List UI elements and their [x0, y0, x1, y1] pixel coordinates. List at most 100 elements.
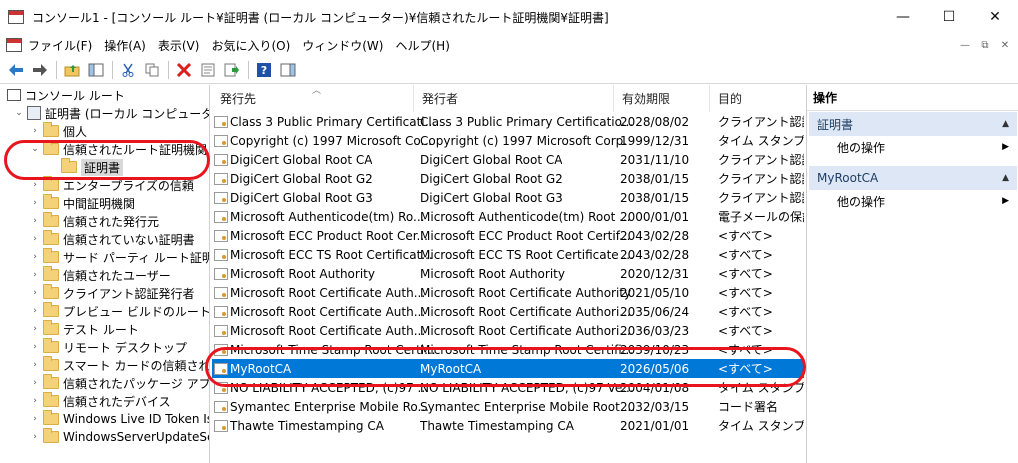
copy-icon[interactable]: [142, 60, 162, 80]
expand-chevron-down-icon[interactable]: ⌄: [30, 144, 40, 154]
tree-item[interactable]: › スマート カードの信頼されたルート: [30, 356, 209, 374]
mmc-app-icon[interactable]: [8, 10, 24, 24]
action-pane-icon[interactable]: [278, 60, 298, 80]
tree-item[interactable]: › リモート デスクトップ: [30, 338, 187, 356]
column-expiration[interactable]: 有効期限: [614, 85, 710, 112]
collapse-up-icon[interactable]: ▲: [1002, 119, 1009, 129]
properties-icon[interactable]: [198, 60, 218, 80]
tree-item[interactable]: › エンタープライズの信頼: [30, 176, 194, 194]
certificate-row[interactable]: Microsoft Time Stamp Root Certi... Micros…: [212, 340, 804, 359]
expand-chevron-right-icon[interactable]: ›: [30, 306, 40, 316]
tree-item[interactable]: › 個人: [30, 122, 87, 140]
certificate-row[interactable]: DigiCert Global Root CA DigiCert Global R…: [212, 150, 804, 169]
column-issued-to[interactable]: 発行先 ︿: [212, 85, 414, 112]
expand-chevron-right-icon[interactable]: ›: [30, 432, 40, 442]
actions-section-myrootca[interactable]: MyRootCA ▲: [809, 166, 1017, 190]
cell-text: Microsoft Time Stamp Root Certi...: [230, 342, 436, 357]
tree-item[interactable]: ⌄ 証明書 (ローカル コンピューター): [14, 104, 209, 122]
expand-chevron-right-icon[interactable]: ›: [30, 288, 40, 298]
expand-chevron-right-icon[interactable]: ›: [30, 270, 40, 280]
certificate-row[interactable]: MyRootCA MyRootCA 2026/05/06 <すべて>: [212, 359, 804, 378]
certificate-row[interactable]: DigiCert Global Root G3 DigiCert Global R…: [212, 188, 804, 207]
tree-item[interactable]: › プレビュー ビルドのルート: [30, 302, 209, 320]
tree-item[interactable]: › 信頼されたパッケージ アプリのインストール: [30, 374, 209, 392]
minimize-button[interactable]: —: [880, 0, 926, 34]
column-issued-by[interactable]: 発行者: [414, 85, 614, 112]
tree-item[interactable]: 証明書: [48, 158, 124, 176]
expand-chevron-right-icon[interactable]: ›: [30, 180, 40, 190]
menu-favorites[interactable]: お気に入り(O): [211, 37, 298, 54]
cell-issued-to: DigiCert Global Root G2: [214, 169, 373, 188]
cell-text: 1999/12/31: [620, 133, 690, 148]
console-menu-icon[interactable]: [6, 38, 22, 52]
certificate-row[interactable]: DigiCert Global Root G2 DigiCert Global R…: [212, 169, 804, 188]
expand-chevron-right-icon[interactable]: ›: [30, 234, 40, 244]
mdi-minimize-button[interactable]: —: [958, 38, 972, 52]
up-folder-icon[interactable]: [62, 60, 82, 80]
tree-item[interactable]: › 信頼された発行元: [30, 212, 159, 230]
maximize-button[interactable]: ☐: [926, 0, 972, 34]
certificate-row[interactable]: Thawte Timestamping CA Thawte Timestampin…: [212, 416, 804, 435]
tree-item-label: 信頼されたルート証明機関: [63, 142, 208, 157]
tree-item[interactable]: › テスト ルート: [30, 320, 139, 338]
certificate-row[interactable]: NO LIABILITY ACCEPTED, (c)97 ... NO LIABI…: [212, 378, 804, 397]
show-hide-tree-icon[interactable]: [86, 60, 106, 80]
close-button[interactable]: ✕: [972, 0, 1018, 34]
certificate-row[interactable]: Microsoft ECC Product Root Cer... Microso…: [212, 226, 804, 245]
cell-text: クライアント認証,: [718, 172, 804, 186]
expand-chevron-down-icon[interactable]: ⌄: [14, 108, 24, 118]
tree-item[interactable]: ⌄ 信頼されたルート証明機関: [30, 140, 207, 158]
delete-icon[interactable]: [174, 60, 194, 80]
cell-issued-by: Microsoft ECC TS Root Certificate ...: [420, 245, 634, 264]
certificate-row[interactable]: Microsoft Authenticode(tm) Ro... Microsof…: [212, 207, 804, 226]
tree-item[interactable]: › 信頼されたデバイス: [30, 392, 171, 410]
expand-chevron-right-icon[interactable]: ›: [30, 414, 40, 424]
cell-expiration: 2043/02/28: [620, 226, 689, 245]
expand-chevron-right-icon[interactable]: ›: [30, 252, 40, 262]
actions-section-certificates[interactable]: 証明書 ▲: [809, 112, 1017, 136]
tree-item[interactable]: コンソール ルート: [4, 86, 125, 104]
collapse-up-icon[interactable]: ▲: [1002, 173, 1009, 183]
certificate-row[interactable]: Microsoft Root Authority Microsoft Root A…: [212, 264, 804, 283]
certificate-row[interactable]: Copyright (c) 1997 Microsoft Co... Copyri…: [212, 131, 804, 150]
more-actions-item[interactable]: 他の操作 ▶: [837, 136, 1017, 158]
tree-item[interactable]: › 信頼されていない証明書: [30, 230, 195, 248]
menu-window[interactable]: ウィンドウ(W): [302, 37, 391, 54]
tree-item[interactable]: › クライアント認証発行者: [30, 284, 195, 302]
expand-chevron-right-icon[interactable]: ›: [30, 126, 40, 136]
certificate-row[interactable]: Microsoft Root Certificate Auth... Micros…: [212, 321, 804, 340]
menu-view[interactable]: 表示(V): [158, 37, 208, 54]
menu-file[interactable]: ファイル(F): [28, 37, 100, 54]
column-purpose[interactable]: 目的: [710, 85, 804, 112]
more-actions-item[interactable]: 他の操作 ▶: [837, 190, 1017, 212]
tree-item[interactable]: › サード パーティ ルート証明機関: [30, 248, 209, 266]
certificate-row[interactable]: Microsoft ECC TS Root Certificat... Micro…: [212, 245, 804, 264]
mdi-close-button[interactable]: ✕: [998, 38, 1012, 52]
menu-help[interactable]: ヘルプ(H): [395, 37, 457, 54]
expand-chevron-right-icon[interactable]: ›: [30, 216, 40, 226]
certificate-row[interactable]: Symantec Enterprise Mobile Ro... Symantec…: [212, 397, 804, 416]
tree-item[interactable]: › WindowsServerUpdateServices: [30, 428, 209, 446]
expand-chevron-right-icon[interactable]: ›: [30, 396, 40, 406]
mdi-restore-button[interactable]: ⧉: [978, 38, 992, 52]
expand-chevron-right-icon[interactable]: ›: [30, 198, 40, 208]
tree-item[interactable]: › Windows Live ID Token Issuer: [30, 410, 209, 428]
expand-chevron-right-icon[interactable]: ›: [30, 360, 40, 370]
certificate-row[interactable]: Microsoft Root Certificate Auth... Micros…: [212, 302, 804, 321]
tree-item[interactable]: › 中間証明機関: [30, 194, 135, 212]
expand-chevron-right-icon[interactable]: ›: [30, 324, 40, 334]
menu-action[interactable]: 操作(A): [104, 37, 154, 54]
cut-icon[interactable]: [118, 60, 138, 80]
help-icon[interactable]: ?: [254, 60, 274, 80]
certificate-row[interactable]: Microsoft Root Certificate Auth... Micros…: [212, 283, 804, 302]
certificate-row[interactable]: Class 3 Public Primary Certificati... Cla…: [212, 112, 804, 131]
expand-chevron-right-icon[interactable]: ›: [30, 342, 40, 352]
folder-icon: [43, 284, 59, 299]
cell-purpose: 電子メールの保護: [718, 207, 804, 226]
tree-item-label: 信頼されたデバイス: [63, 394, 171, 409]
export-icon[interactable]: [222, 60, 242, 80]
back-arrow-icon[interactable]: [6, 60, 26, 80]
expand-chevron-right-icon[interactable]: ›: [30, 378, 40, 388]
forward-arrow-icon[interactable]: [30, 60, 50, 80]
tree-item[interactable]: › 信頼されたユーザー: [30, 266, 171, 284]
